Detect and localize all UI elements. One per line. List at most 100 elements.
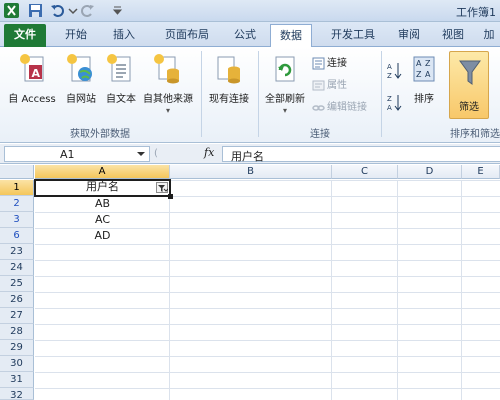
row-header[interactable]: 31 [0,372,34,388]
sort-ascending-button[interactable]: A Z [386,61,404,80]
row-header[interactable]: 1 [0,180,34,196]
properties-button[interactable]: 属性 [312,77,347,94]
group-divider [201,51,202,137]
svg-text:A: A [416,59,422,68]
formula-input[interactable]: 用户名 [222,146,500,163]
from-other-sources-label: 自其他来源 [143,94,193,105]
connections-label: 连接 [327,58,347,69]
column-header-d[interactable]: D [398,165,462,179]
web-globe-icon [67,54,92,82]
edit-links-label: 编辑链接 [327,102,367,113]
row-header[interactable]: 2 [0,196,34,212]
existing-connections-label: 现有连接 [209,94,249,105]
svg-text:A: A [425,70,431,79]
chevron-down-icon[interactable] [66,3,81,18]
save-icon[interactable] [28,3,43,18]
cell-a3[interactable]: AC [35,212,170,228]
formula-bar: A1 ( fx 用户名 [0,144,500,164]
name-box[interactable]: A1 [4,146,150,162]
insert-function-button[interactable]: fx [204,146,214,159]
from-text-label: 自文本 [106,94,136,105]
ribbon-data: A 自 Access 自网站 自文本 自其他来源 ▾ 获取外部数据 现有连接 全… [0,47,500,143]
from-access-label: 自 Access [8,94,56,105]
sort-button[interactable]: A Z Z A 排序 [406,53,442,105]
redo-icon[interactable] [80,3,95,18]
properties-label: 属性 [327,80,347,91]
svg-text:Z: Z [387,95,392,103]
get-external-data-group-label: 获取外部数据 [70,129,130,140]
tab-home[interactable]: 开始 [56,24,96,47]
tab-page-layout[interactable]: 页面布局 [154,24,220,47]
formula-value: 用户名 [231,150,264,163]
existing-connections-button[interactable]: 现有连接 [204,53,254,105]
row-header[interactable]: 23 [0,244,34,260]
svg-text:A: A [387,104,392,112]
gridline [331,180,332,400]
gridline [397,180,398,400]
connections-button[interactable]: 连接 [312,55,347,72]
chevron-down-icon: ▾ [282,106,287,115]
row-header[interactable]: 25 [0,276,34,292]
row-header[interactable]: 27 [0,308,34,324]
text-file-icon [107,54,131,82]
row-header[interactable]: 29 [0,340,34,356]
column-header-e[interactable]: E [462,165,500,179]
edit-links-button[interactable]: 编辑链接 [312,99,367,116]
svg-text:Z: Z [425,59,431,68]
customize-toolbar-icon[interactable] [110,3,125,18]
tab-insert[interactable]: 插入 [104,24,144,47]
row-header[interactable]: 32 [0,388,34,400]
other-sources-icon [154,54,179,84]
connections-group-label: 连接 [310,129,330,140]
from-web-label: 自网站 [66,94,96,105]
worksheet-grid: A B C D E 1 2 3 6 23 24 25 26 27 28 29 3… [0,165,500,400]
from-text-button[interactable]: 自文本 [102,53,140,105]
properties-icon [312,80,325,90]
svg-text:Z: Z [387,72,392,80]
tab-view[interactable]: 视图 [436,24,470,47]
tab-data[interactable]: 数据 [270,24,312,48]
row-header[interactable]: 24 [0,260,34,276]
refresh-all-label: 全部刷新 [265,94,305,105]
from-web-button[interactable]: 自网站 [62,53,100,105]
refresh-all-button[interactable]: 全部刷新 ▾ [260,53,310,115]
tab-add-ins[interactable]: 加 [478,24,500,47]
tab-developer[interactable]: 开发工具 [322,24,384,47]
formula-bar-grip-icon: ( [154,148,158,159]
filter-applied-icon [158,185,168,192]
row-header[interactable]: 30 [0,356,34,372]
cell-a2[interactable]: AB [35,196,170,212]
cell-a1[interactable]: 用户名 [34,179,171,197]
cell-a6[interactable]: AD [35,228,170,244]
filter-button[interactable]: 筛选 [449,51,489,119]
from-other-sources-button[interactable]: 自其他来源 ▾ [140,53,196,115]
undo-icon[interactable] [50,3,65,18]
sort-descending-button[interactable]: Z A [386,93,404,112]
cell-a1-value: 用户名 [86,180,119,193]
row-header[interactable]: 3 [0,212,34,228]
sort-za-icon: Z A [387,95,402,112]
row-header[interactable]: 26 [0,292,34,308]
connections-icon [312,57,325,69]
row-header[interactable]: 28 [0,324,34,340]
chevron-down-icon[interactable] [137,152,145,156]
group-divider [381,51,382,137]
autofilter-dropdown-button[interactable] [156,182,168,193]
tab-formulas[interactable]: 公式 [226,24,264,47]
column-header-b[interactable]: B [170,165,332,179]
tab-review[interactable]: 审阅 [392,24,426,47]
sort-label: 排序 [414,94,434,105]
filter-label: 筛选 [459,102,479,113]
row-header[interactable]: 6 [0,228,34,244]
excel-logo-icon [4,3,19,18]
svg-text:Z: Z [416,70,422,79]
select-all-corner[interactable] [0,165,34,179]
existing-connections-icon [217,56,240,84]
access-db-icon: A [20,54,44,82]
tab-file[interactable]: 文件 [4,24,46,47]
funnel-icon [459,60,481,85]
column-header-a[interactable]: A [35,165,170,179]
from-access-button[interactable]: A 自 Access [4,53,60,105]
group-divider [258,51,259,137]
column-header-c[interactable]: C [332,165,398,179]
